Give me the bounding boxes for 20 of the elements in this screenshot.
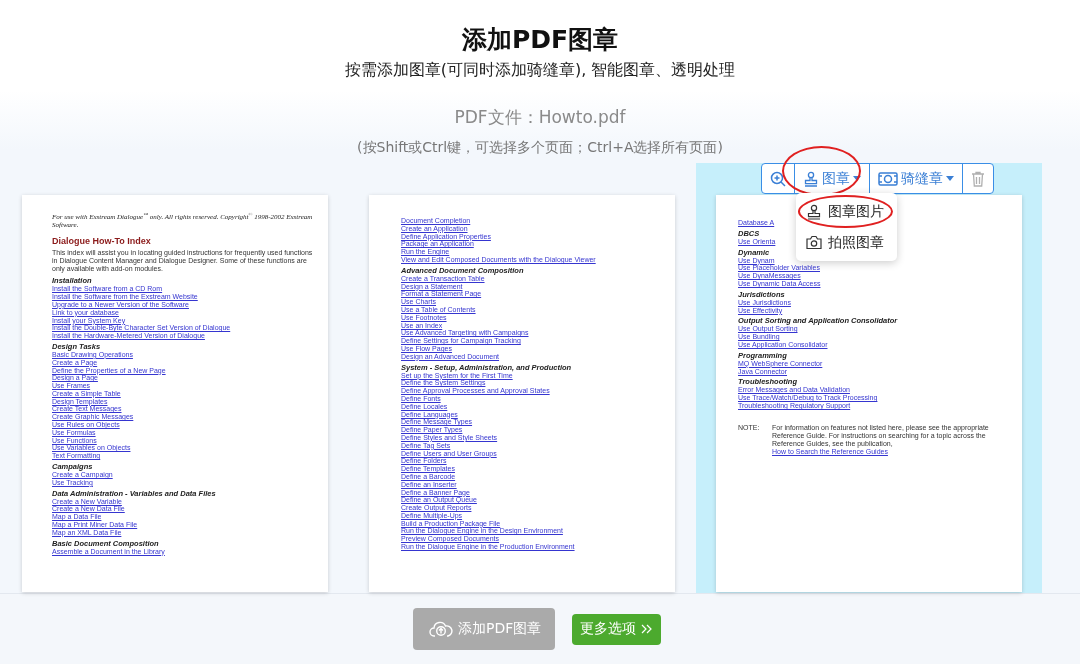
delete-icon [971,170,985,187]
page-subtitle: 按需添加图章(可同时添加骑缝章), 智能图章、透明处理 [344,59,736,81]
file-name-label: PDF文件：Howto.pdf [454,106,626,129]
camera-icon [806,235,822,250]
caret-icon [946,176,954,181]
zoom-in-icon [770,170,786,187]
menu-item[interactable]: 拍照图章 [796,227,897,258]
seam-stamp-icon [878,170,898,187]
selection-hint: (按Shift或Ctrl键，可选择多个页面；Ctrl+A选择所有页面) [357,138,723,157]
seam-stamp-dropdown[interactable]: 骑缝章 [870,164,963,193]
document-title: Dialogue How-To Index [52,236,152,248]
cloud-upload-icon [429,620,453,638]
stamp-icon [806,203,822,220]
stamp-icon [803,170,819,187]
page-thumbnail[interactable] [716,195,1022,592]
page-thumbnail[interactable] [22,195,328,592]
page-title: 添加PDF图章 [461,24,619,56]
page-thumbnail[interactable] [369,195,675,592]
menu-item[interactable]: 图章图片 [796,196,897,227]
double-chevron-icon [641,624,654,634]
